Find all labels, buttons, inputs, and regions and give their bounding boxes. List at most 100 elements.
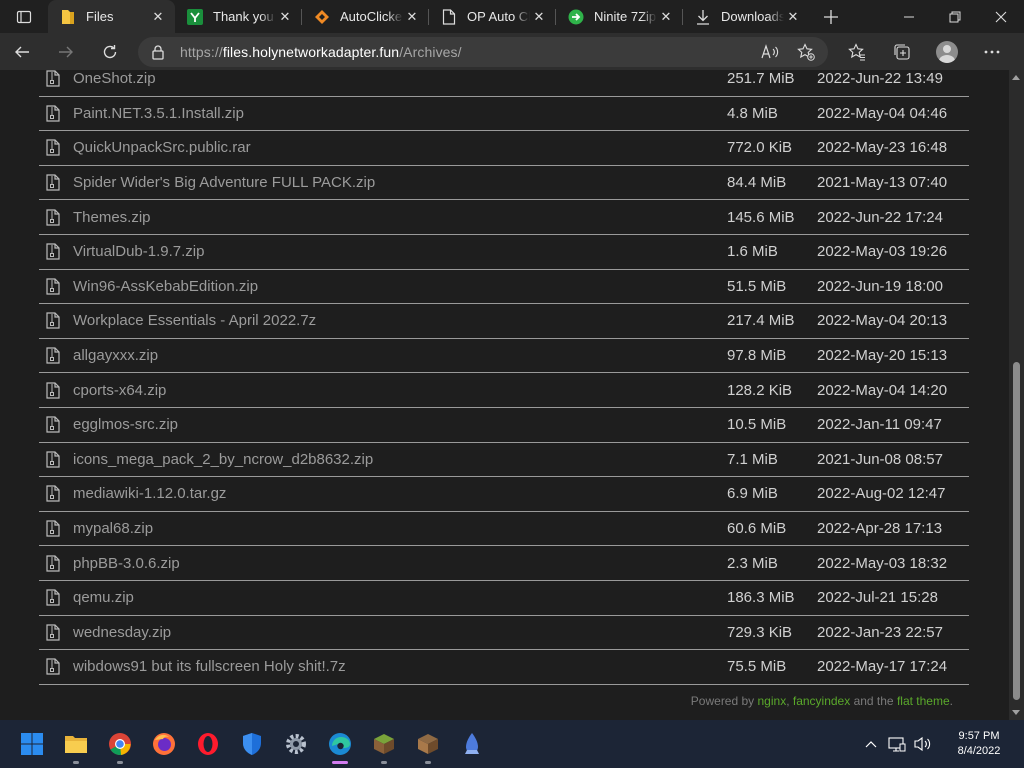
- scroll-up-arrow-icon[interactable]: [1012, 75, 1020, 80]
- file-archive-icon: [39, 520, 73, 537]
- table-row[interactable]: Spider Wider's Big Adventure FULL PACK.z…: [39, 166, 969, 201]
- table-row[interactable]: Workplace Essentials - April 2022.7z 217.…: [39, 304, 969, 339]
- restore-button[interactable]: [932, 0, 978, 33]
- tab-thank-you[interactable]: Thank you f ✕: [175, 0, 302, 33]
- file-name-link[interactable]: qemu.zip: [73, 589, 727, 606]
- tab-autoclicker[interactable]: AutoClicker ✕: [302, 0, 429, 33]
- file-name-link[interactable]: OneShot.zip: [73, 70, 727, 87]
- taskbar-settings[interactable]: [274, 722, 318, 766]
- restore-icon: [949, 11, 961, 22]
- file-name-link[interactable]: cports-x64.zip: [73, 382, 727, 399]
- collections-button[interactable]: [879, 36, 924, 68]
- table-row[interactable]: mediawiki-1.12.0.tar.gz 6.9 MiB 2022-Aug-0…: [39, 477, 969, 512]
- refresh-button[interactable]: [88, 36, 132, 68]
- avatar: [935, 40, 958, 63]
- address-bar[interactable]: https://files.holynetworkadapter.fun/Arc…: [138, 36, 828, 67]
- volume-button[interactable]: [910, 729, 936, 759]
- table-row[interactable]: VirtualDub-1.9.7.zip 1.6 MiB 2022-May-03 1…: [39, 235, 969, 270]
- network-button[interactable]: [884, 729, 910, 759]
- scroll-down-arrow-icon[interactable]: [1012, 710, 1020, 715]
- file-name-link[interactable]: Workplace Essentials - April 2022.7z: [73, 312, 727, 329]
- close-tab-icon[interactable]: ✕: [149, 8, 167, 26]
- start-button[interactable]: [10, 722, 54, 766]
- address-bar-actions: [752, 37, 828, 67]
- close-window-button[interactable]: [978, 0, 1024, 33]
- new-tab-button[interactable]: [816, 0, 846, 33]
- tab-op-auto-clicker[interactable]: OP Auto Cli ✕: [429, 0, 556, 33]
- file-archive-icon: [39, 243, 73, 260]
- green-y-icon: [187, 8, 203, 25]
- file-archive-icon: [39, 105, 73, 122]
- tab-files[interactable]: Files ✕: [48, 0, 175, 33]
- scrollbar-thumb[interactable]: [1013, 362, 1020, 700]
- file-name-link[interactable]: allgayxxx.zip: [73, 347, 727, 364]
- taskbar-file-explorer[interactable]: [54, 722, 98, 766]
- tab-ninite[interactable]: Ninite 7Zip ✕: [556, 0, 683, 33]
- file-archive-icon: [39, 416, 73, 433]
- close-tab-icon[interactable]: ✕: [784, 8, 802, 26]
- tab-downloads[interactable]: Downloads ✕: [683, 0, 810, 33]
- table-row[interactable]: phpBB-3.0.6.zip 2.3 MiB 2022-May-03 18:32: [39, 546, 969, 581]
- running-indicator: [73, 761, 79, 764]
- close-tab-icon[interactable]: ✕: [657, 8, 675, 26]
- file-name-link[interactable]: Spider Wider's Big Adventure FULL PACK.z…: [73, 174, 727, 191]
- close-tab-icon[interactable]: ✕: [403, 8, 421, 26]
- settings-menu-button[interactable]: [969, 36, 1014, 68]
- taskbar-chrome[interactable]: [98, 722, 142, 766]
- table-row[interactable]: wibdows91 but its fullscreen Holy shit!.…: [39, 650, 969, 685]
- read-aloud-button[interactable]: [752, 37, 788, 67]
- add-favorite-button[interactable]: [788, 37, 824, 67]
- file-listing: OneShot.zip 251.7 MiB 2022-Jun-22 13:49 Pai…: [39, 70, 969, 685]
- file-name-link[interactable]: mypal68.zip: [73, 520, 727, 537]
- tab-actions-button[interactable]: [0, 0, 48, 33]
- nginx-link[interactable]: nginx: [758, 694, 787, 708]
- table-row[interactable]: icons_mega_pack_2_by_ncrow_d2b8632.zip 7.…: [39, 443, 969, 478]
- flat-theme-link[interactable]: flat theme: [897, 694, 950, 708]
- forward-button[interactable]: [44, 36, 88, 68]
- back-button[interactable]: [0, 36, 44, 68]
- table-row[interactable]: allgayxxx.zip 97.8 MiB 2022-May-20 15:13: [39, 339, 969, 374]
- table-row[interactable]: QuickUnpackSrc.public.rar 772.0 KiB 2022-M…: [39, 131, 969, 166]
- taskbar-edge[interactable]: [318, 722, 362, 766]
- file-name-link[interactable]: mediawiki-1.12.0.tar.gz: [73, 485, 727, 502]
- running-indicator: [425, 761, 431, 764]
- refresh-icon: [103, 44, 117, 58]
- file-name-link[interactable]: egglmos-src.zip: [73, 416, 727, 433]
- clock[interactable]: 9:57 PM 8/4/2022: [942, 729, 1016, 759]
- favorites-button[interactable]: [834, 36, 879, 68]
- taskbar-minecraft-1[interactable]: [362, 722, 406, 766]
- vertical-scrollbar[interactable]: [1009, 70, 1024, 720]
- file-name-link[interactable]: Paint.NET.3.5.1.Install.zip: [73, 105, 727, 122]
- table-row[interactable]: egglmos-src.zip 10.5 MiB 2022-Jan-11 09:47: [39, 408, 969, 443]
- file-name-link[interactable]: icons_mega_pack_2_by_ncrow_d2b8632.zip: [73, 451, 727, 468]
- file-name-link[interactable]: wibdows91 but its fullscreen Holy shit!.…: [73, 658, 727, 675]
- table-row[interactable]: Paint.NET.3.5.1.Install.zip 4.8 MiB 2022-M…: [39, 97, 969, 132]
- file-name-link[interactable]: QuickUnpackSrc.public.rar: [73, 139, 727, 156]
- table-row[interactable]: Themes.zip 145.6 MiB 2022-Jun-22 17:24: [39, 200, 969, 235]
- table-row[interactable]: mypal68.zip 60.6 MiB 2022-Apr-28 17:13: [39, 512, 969, 547]
- file-archive-icon: [39, 209, 73, 226]
- file-name-link[interactable]: VirtualDub-1.9.7.zip: [73, 243, 727, 260]
- table-row[interactable]: cports-x64.zip 128.2 KiB 2022-May-04 14:20: [39, 373, 969, 408]
- file-name-link[interactable]: wednesday.zip: [73, 624, 727, 641]
- taskbar-app[interactable]: [450, 722, 494, 766]
- table-row[interactable]: qemu.zip 186.3 MiB 2022-Jul-21 15:28: [39, 581, 969, 616]
- minimize-button[interactable]: [886, 0, 932, 33]
- close-tab-icon[interactable]: ✕: [276, 8, 294, 26]
- table-row[interactable]: OneShot.zip 251.7 MiB 2022-Jun-22 13:49: [39, 70, 969, 97]
- file-name-link[interactable]: Themes.zip: [73, 209, 727, 226]
- tab-title: Thank you f: [213, 9, 276, 24]
- table-row[interactable]: Win96-AssKebabEdition.zip 51.5 MiB 2022-Ju…: [39, 270, 969, 305]
- profile-button[interactable]: [924, 36, 969, 68]
- file-name-link[interactable]: Win96-AssKebabEdition.zip: [73, 278, 727, 295]
- table-row[interactable]: wednesday.zip 729.3 KiB 2022-Jan-23 22:57: [39, 616, 969, 651]
- show-hidden-icons-button[interactable]: [858, 729, 884, 759]
- taskbar-firefox[interactable]: [142, 722, 186, 766]
- lock-icon[interactable]: [150, 44, 166, 60]
- taskbar-opera[interactable]: [186, 722, 230, 766]
- taskbar-windows-security[interactable]: [230, 722, 274, 766]
- file-name-link[interactable]: phpBB-3.0.6.zip: [73, 555, 727, 572]
- taskbar-minecraft-2[interactable]: [406, 722, 450, 766]
- close-tab-icon[interactable]: ✕: [530, 8, 548, 26]
- fancyindex-link[interactable]: fancyindex: [793, 694, 850, 708]
